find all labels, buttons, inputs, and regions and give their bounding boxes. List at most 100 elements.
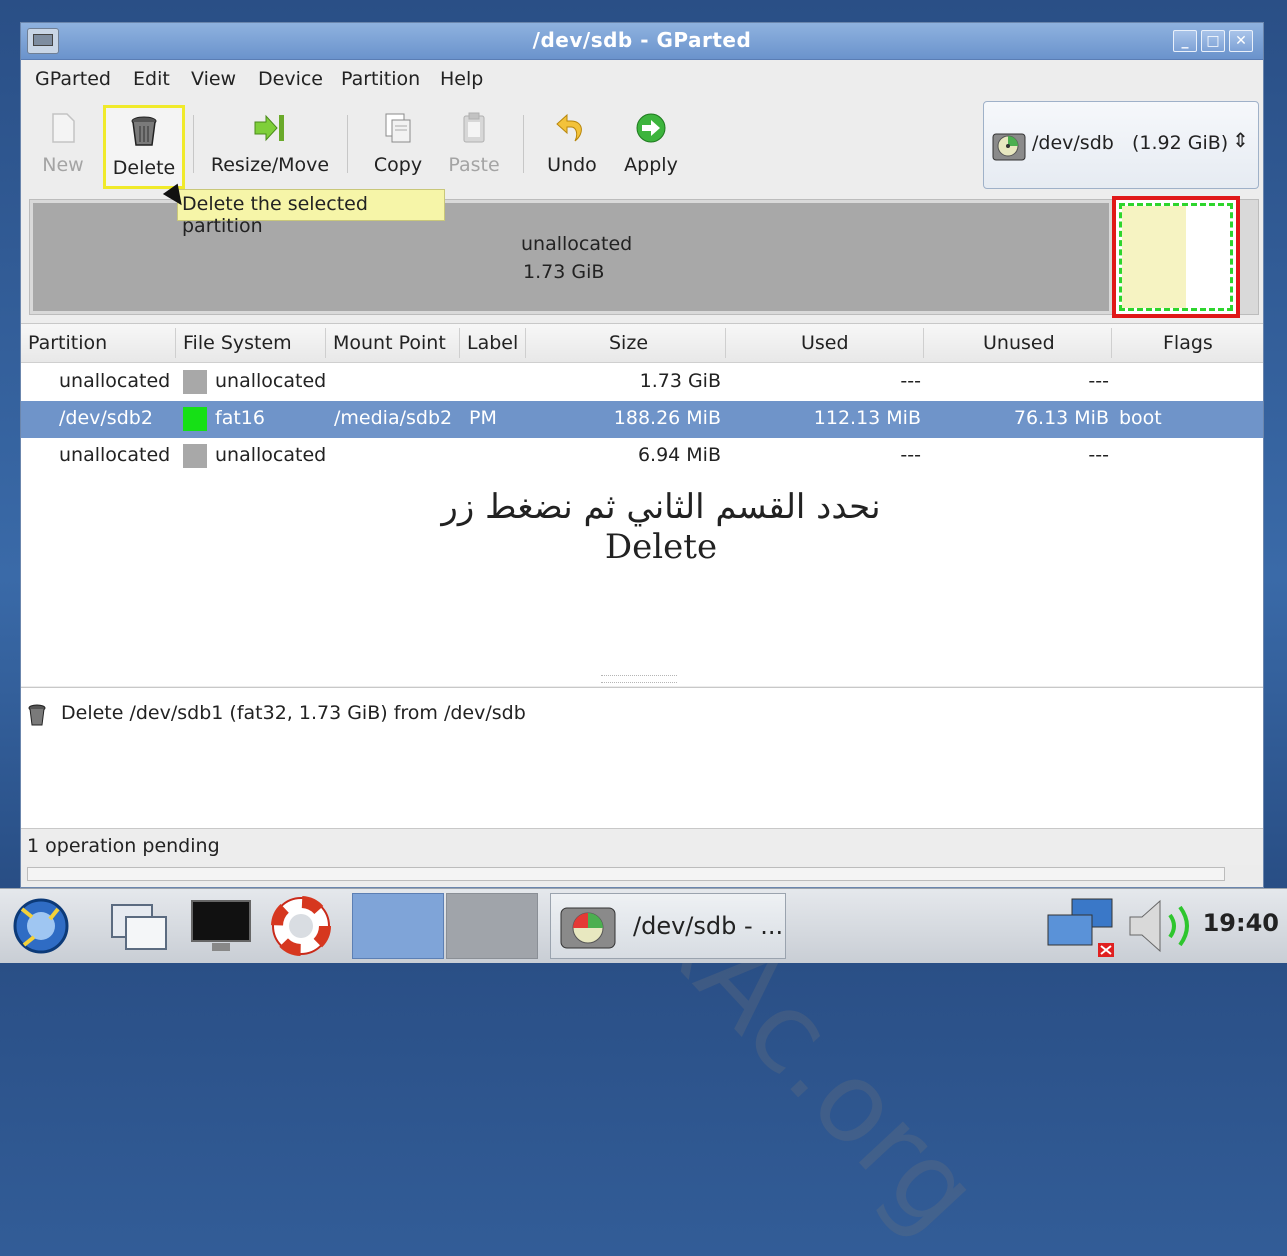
trash-icon xyxy=(131,116,157,146)
status-text: 1 operation pending xyxy=(27,835,220,857)
col-filesystem[interactable]: File System xyxy=(183,332,292,354)
paste-icon xyxy=(463,112,485,143)
cell-filesystem: unallocated xyxy=(215,444,327,466)
header-divider xyxy=(175,328,176,358)
table-row[interactable]: unallocated unallocated 6.94 MiB --- --- xyxy=(21,438,1263,475)
menu-view[interactable]: View xyxy=(191,68,236,90)
pending-operations-list: Delete /dev/sdb1 (fat32, 1.73 GiB) from … xyxy=(21,687,1263,829)
delete-tooltip: Delete the selected partition xyxy=(177,189,445,237)
col-size[interactable]: Size xyxy=(609,332,648,354)
cell-used: 112.13 MiB xyxy=(813,407,921,429)
menu-device[interactable]: Device xyxy=(258,68,323,90)
cell-unused: --- xyxy=(1088,444,1109,466)
window-title: /dev/sdb - GParted xyxy=(532,28,752,52)
paste-label: Paste xyxy=(448,154,500,176)
table-header: Partition File System Mount Point Label … xyxy=(21,324,1263,363)
annotation-text: نحدد القسم الثاني ثم نضغط زر Delete xyxy=(441,487,881,567)
header-divider xyxy=(525,328,526,358)
col-flags[interactable]: Flags xyxy=(1163,332,1213,354)
device-name: /dev/sdb xyxy=(1032,132,1114,154)
col-used[interactable]: Used xyxy=(801,332,849,354)
col-label[interactable]: Label xyxy=(467,332,518,354)
resize-move-button[interactable]: Resize/Move xyxy=(207,101,333,187)
fs-color-swatch xyxy=(183,444,207,468)
apply-button[interactable]: Apply xyxy=(617,101,685,187)
resize-icon xyxy=(254,114,284,142)
undo-label: Undo xyxy=(547,154,597,176)
toolbar-separator xyxy=(193,115,194,173)
disk-icon xyxy=(992,133,1026,161)
copy-icon xyxy=(385,113,411,143)
undo-icon xyxy=(556,113,582,142)
minimize-button[interactable]: _ xyxy=(1173,30,1197,52)
kde-menu-icon xyxy=(13,898,69,954)
menu-partition[interactable]: Partition xyxy=(341,68,420,90)
volume-tray-icon[interactable] xyxy=(1124,893,1204,959)
new-button[interactable]: New xyxy=(35,101,91,187)
cell-size: 1.73 GiB xyxy=(639,370,721,392)
sdb2-used-fill xyxy=(1122,206,1186,308)
close-button[interactable]: ✕ xyxy=(1229,30,1253,52)
speaker-icon xyxy=(1129,899,1189,953)
maximize-button[interactable]: □ xyxy=(1201,30,1225,52)
col-unused[interactable]: Unused xyxy=(983,332,1055,354)
cell-size: 6.94 MiB xyxy=(637,444,721,466)
copy-label: Copy xyxy=(373,154,423,176)
cell-flags: boot xyxy=(1119,407,1162,429)
workspace-1[interactable] xyxy=(352,893,444,959)
toolbar-separator xyxy=(523,115,524,173)
cell-used: --- xyxy=(900,444,921,466)
col-partition[interactable]: Partition xyxy=(28,332,107,354)
diskmap-sdb2-block[interactable] xyxy=(1112,196,1240,318)
monitor-icon xyxy=(191,900,251,951)
delete-label: Delete xyxy=(112,157,176,179)
toolbar-separator xyxy=(347,115,348,173)
diskmap-size: 1.73 GiB xyxy=(523,261,605,283)
show-desktop-button[interactable] xyxy=(104,893,174,959)
cell-label: PM xyxy=(469,407,497,429)
workspace-2[interactable] xyxy=(446,893,538,959)
cell-filesystem: fat16 xyxy=(215,407,265,429)
header-divider xyxy=(1111,328,1112,358)
gparted-window: /dev/sdb - GParted _ □ ✕ GParted Edit Vi… xyxy=(20,22,1264,888)
menu-help[interactable]: Help xyxy=(440,68,483,90)
start-menu-button[interactable] xyxy=(6,893,76,959)
terminal-launcher[interactable] xyxy=(186,893,256,959)
pane-resize-handle[interactable] xyxy=(601,675,677,683)
apply-label: Apply xyxy=(624,154,678,176)
device-selector[interactable]: /dev/sdb (1.92 GiB) ⇕ xyxy=(983,101,1259,189)
diskmap-label: unallocated xyxy=(521,233,633,255)
delete-button[interactable]: Delete xyxy=(103,105,185,189)
cell-used: --- xyxy=(900,370,921,392)
trash-icon xyxy=(28,704,46,726)
taskbar: /dev/sdb - ... 19:40 xyxy=(0,888,1287,963)
paste-button[interactable]: Paste xyxy=(441,101,507,187)
header-divider xyxy=(923,328,924,358)
cell-partition: unallocated xyxy=(59,370,171,392)
new-icon xyxy=(52,113,75,143)
clock[interactable]: 19:40 xyxy=(1203,909,1279,937)
windows-icon xyxy=(111,904,167,950)
task-gparted[interactable]: /dev/sdb - ... xyxy=(550,893,786,959)
header-divider xyxy=(325,328,326,358)
cell-size: 188.26 MiB xyxy=(613,407,721,429)
header-divider xyxy=(725,328,726,358)
titlebar[interactable]: /dev/sdb - GParted _ □ ✕ xyxy=(21,23,1263,60)
apply-icon xyxy=(636,113,666,143)
table-row-selected[interactable]: /dev/sdb2 fat16 /media/sdb2 PM 188.26 Mi… xyxy=(21,401,1263,438)
network-tray-icon[interactable] xyxy=(1042,893,1122,959)
cell-filesystem: unallocated xyxy=(215,370,327,392)
undo-button[interactable]: Undo xyxy=(539,101,605,187)
help-launcher[interactable] xyxy=(266,893,336,959)
menu-edit[interactable]: Edit xyxy=(133,68,170,90)
col-mountpoint[interactable]: Mount Point xyxy=(333,332,446,354)
horizontal-scrollbar[interactable] xyxy=(21,865,1263,883)
fs-color-swatch xyxy=(183,407,207,431)
copy-button[interactable]: Copy xyxy=(365,101,431,187)
menu-gparted[interactable]: GParted xyxy=(35,68,111,90)
scrollbar-track[interactable] xyxy=(27,867,1225,881)
cell-partition: unallocated xyxy=(59,444,171,466)
lifebuoy-icon xyxy=(271,896,331,956)
cell-unused: 76.13 MiB xyxy=(1013,407,1109,429)
table-row[interactable]: unallocated unallocated 1.73 GiB --- --- xyxy=(21,364,1263,401)
